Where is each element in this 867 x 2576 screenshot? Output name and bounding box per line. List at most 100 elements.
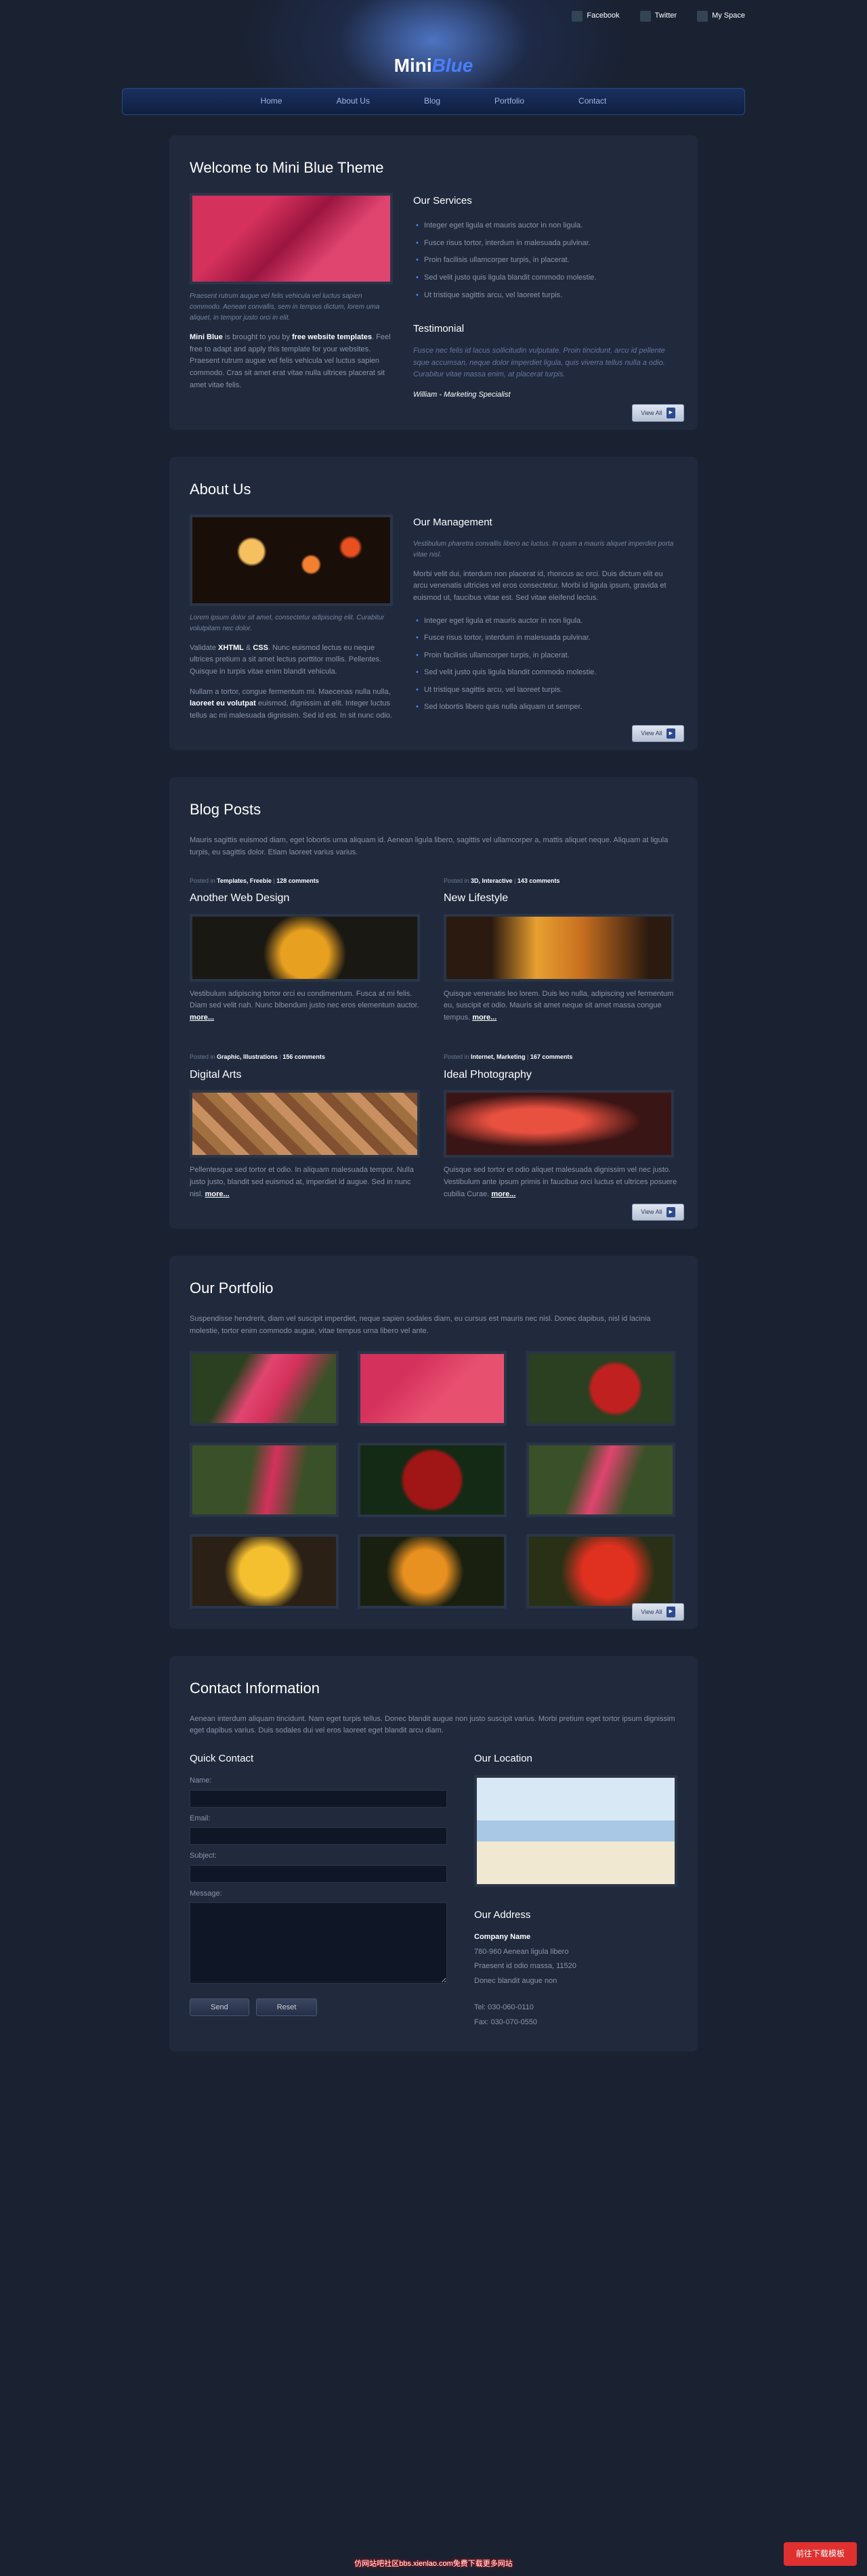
portfolio-image[interactable] xyxy=(526,1351,675,1426)
contact-section: Contact Information Aenean interdum aliq… xyxy=(169,1656,698,2052)
download-button[interactable]: 前往下载模板 xyxy=(784,2542,857,2566)
portfolio-intro: Suspendisse hendrerit, diam vel suscipit… xyxy=(190,1313,677,1337)
send-button[interactable]: Send xyxy=(190,1999,249,2016)
about-image xyxy=(190,515,393,606)
form-title: Quick Contact xyxy=(190,1751,447,1767)
blog-excerpt: Vestibulum adipiscing tortor orci eu con… xyxy=(190,988,423,1024)
services-title: Our Services xyxy=(413,193,677,209)
social-twitter[interactable]: Twitter xyxy=(640,10,677,22)
portfolio-image[interactable] xyxy=(526,1443,675,1517)
social-facebook[interactable]: Facebook xyxy=(572,10,619,22)
more-link[interactable]: more... xyxy=(472,1013,496,1022)
list-item: Integer eget ligula et mauris auctor in … xyxy=(413,613,677,630)
blog-image[interactable] xyxy=(444,914,674,982)
blog-meta: Posted in Internet, Marketing | 167 comm… xyxy=(444,1052,677,1062)
list-item: Sed velit justo quis ligula blandit comm… xyxy=(413,269,677,287)
mgmt-sub: Vestibulum pharetra convallis libero ac … xyxy=(413,539,677,561)
list-item: Sed velit justo quis ligula blandit comm… xyxy=(413,664,677,682)
facebook-icon xyxy=(572,11,583,22)
blog-post-title: New Lifestyle xyxy=(444,890,677,907)
testimonial-text: Fusce nec felis id lacus sollicitudin vu… xyxy=(413,345,677,381)
contact-intro: Aenean interdum aliquam tincidunt. Nam e… xyxy=(190,1713,677,1737)
portfolio-image[interactable] xyxy=(358,1351,507,1426)
about-section: About Us Lorem ipsum dolor sit amet, con… xyxy=(169,457,698,751)
blog-post: Posted in 3D, Interactive | 143 comments… xyxy=(444,876,677,1032)
email-input[interactable] xyxy=(190,1827,447,1845)
view-all-button[interactable]: View All xyxy=(632,725,684,742)
blog-excerpt: Quisque sed tortor et odio aliquet males… xyxy=(444,1164,677,1200)
more-link[interactable]: more... xyxy=(190,1013,214,1022)
address-title: Our Address xyxy=(474,1907,677,1923)
welcome-credit: Mini Blue is brought to you by free webs… xyxy=(190,332,393,391)
blog-meta: Posted in Templates, Freebie | 128 comme… xyxy=(190,876,423,886)
blog-post-title: Another Web Design xyxy=(190,890,423,907)
portfolio-image[interactable] xyxy=(190,1443,339,1517)
blog-image[interactable] xyxy=(190,914,420,982)
nav-contact[interactable]: Contact xyxy=(572,87,613,116)
about-p1: Validate XHTML & CSS. Nunc euismod lectu… xyxy=(190,642,393,678)
blog-meta: Posted in 3D, Interactive | 143 comments xyxy=(444,876,677,886)
addr-line: Donec blandit augue non xyxy=(474,1975,677,1988)
map-image[interactable] xyxy=(474,1775,677,1887)
blog-image[interactable] xyxy=(190,1090,420,1158)
portfolio-image[interactable] xyxy=(190,1534,339,1609)
testimonial-cite: William - Marketing Specialist xyxy=(413,389,677,401)
list-item: Sed lobortis libero quis nulla aliquam u… xyxy=(413,699,677,716)
view-all-button[interactable]: View All xyxy=(632,1204,684,1221)
contact-title: Contact Information xyxy=(190,1676,677,1700)
blog-excerpt: Quisque venenatis leo lorem. Duis leo nu… xyxy=(444,988,677,1024)
list-item: Proin facilisis ullamcorper turpis, in p… xyxy=(413,252,677,269)
myspace-icon xyxy=(697,11,708,22)
email-label: Email: xyxy=(190,1813,447,1825)
blog-image[interactable] xyxy=(444,1090,674,1158)
fax: Fax: 030-070-0550 xyxy=(474,2017,677,2029)
list-item: Ut tristique sagittis arcu, vel laoreet … xyxy=(413,682,677,699)
blog-post: Posted in Internet, Marketing | 167 comm… xyxy=(444,1052,677,1208)
list-item: Fusce risus tortor, interdum in malesuad… xyxy=(413,235,677,253)
about-p2: Nullam a tortor, congue fermentum mi. Ma… xyxy=(190,686,393,722)
welcome-section: Welcome to Mini Blue Theme Praesent rutr… xyxy=(169,135,698,430)
about-caption: Lorem ipsum dolor sit amet, consectetur … xyxy=(190,613,393,634)
social-myspace[interactable]: My Space xyxy=(697,10,745,22)
portfolio-image[interactable] xyxy=(358,1443,507,1517)
addr-line: 780-960 Aenean ligula libero xyxy=(474,1946,677,1959)
nav-portfolio[interactable]: Portfolio xyxy=(488,87,531,116)
nav-blog[interactable]: Blog xyxy=(417,87,447,116)
blog-post: Posted in Templates, Freebie | 128 comme… xyxy=(190,876,423,1032)
mgmt-title: Our Management xyxy=(413,515,677,531)
subject-input[interactable] xyxy=(190,1865,447,1883)
mgmt-list: Integer eget ligula et mauris auctor in … xyxy=(413,613,677,717)
portfolio-image[interactable] xyxy=(358,1534,507,1609)
blog-excerpt: Pellentesque sed tortor et odio. In aliq… xyxy=(190,1164,423,1200)
more-link[interactable]: more... xyxy=(205,1190,230,1198)
addr-line: Praesent id odio massa, 11520 xyxy=(474,1961,677,1973)
blog-meta: Posted in Graphic, Illustrations | 156 c… xyxy=(190,1052,423,1062)
company-name: Company Name xyxy=(474,1931,677,1944)
about-title: About Us xyxy=(190,477,677,501)
main-nav: Home About Us Blog Portfolio Contact xyxy=(122,88,745,115)
welcome-caption: Praesent rutrum augue vel felis vehicula… xyxy=(190,291,393,324)
message-label: Message: xyxy=(190,1888,447,1900)
more-link[interactable]: more... xyxy=(491,1190,515,1198)
view-all-button[interactable]: View All xyxy=(632,404,684,421)
nav-about[interactable]: About Us xyxy=(330,87,377,116)
message-input[interactable] xyxy=(190,1902,447,1984)
view-all-button[interactable]: View All xyxy=(632,1603,684,1620)
blog-post-title: Digital Arts xyxy=(190,1066,423,1084)
social-bar: Facebook Twitter My Space xyxy=(572,10,745,22)
testimonial-title: Testimonial xyxy=(413,321,677,337)
tel: Tel: 030-060-0110 xyxy=(474,2002,677,2014)
logo: MiniBlue xyxy=(394,51,473,81)
services-list: Integer eget ligula et mauris auctor in … xyxy=(413,217,677,304)
name-input[interactable] xyxy=(190,1790,447,1808)
list-item: Ut tristique sagittis arcu, vel laoreet … xyxy=(413,287,677,305)
portfolio-image[interactable] xyxy=(526,1534,675,1609)
blog-section: Blog Posts Mauris sagittis euismod diam,… xyxy=(169,777,698,1229)
nav-home[interactable]: Home xyxy=(254,87,289,116)
portfolio-image[interactable] xyxy=(190,1351,339,1426)
blog-post: Posted in Graphic, Illustrations | 156 c… xyxy=(190,1052,423,1208)
list-item: Fusce risus tortor, interdum in malesuad… xyxy=(413,630,677,647)
portfolio-title: Our Portfolio xyxy=(190,1276,677,1300)
list-item: Proin facilisis ullamcorper turpis, in p… xyxy=(413,647,677,665)
reset-button[interactable]: Reset xyxy=(256,1999,318,2016)
